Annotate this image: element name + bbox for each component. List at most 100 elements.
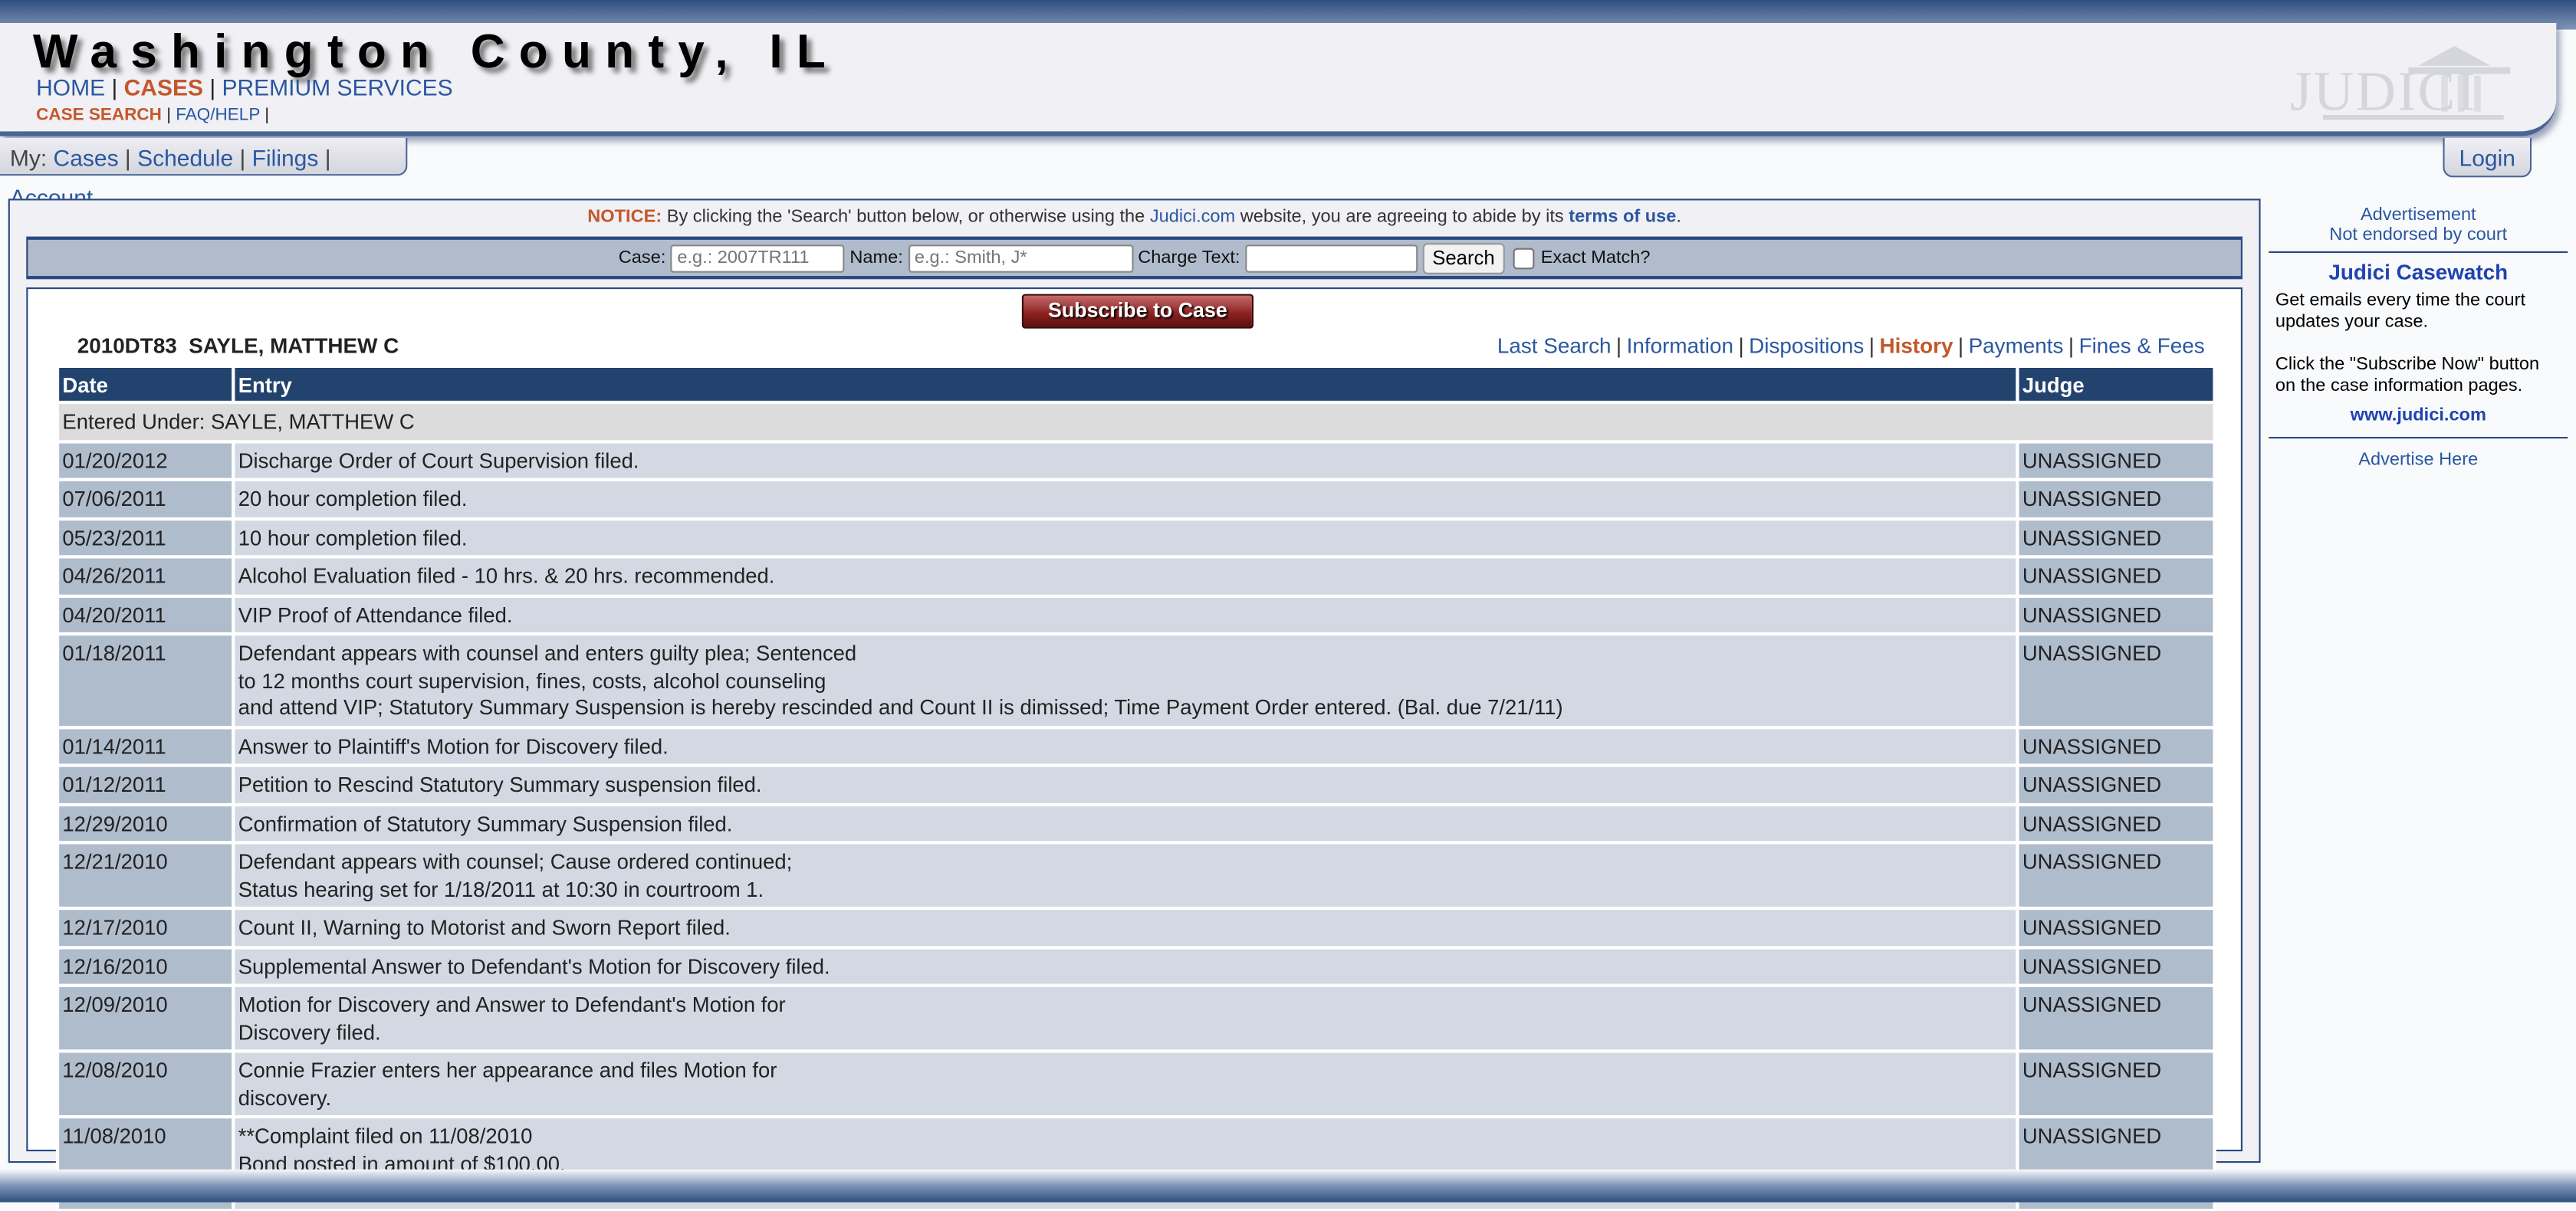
case-label: Case: <box>618 248 666 268</box>
entry-text: Answer to Plaintiff's Motion for Discove… <box>232 725 2019 767</box>
table-row: 01/20/2012 Discharge Order of Court Super… <box>55 439 2216 481</box>
entry-date: 12/21/2010 <box>55 841 235 911</box>
entry-line: Defendant appears with counsel and enter… <box>238 640 857 665</box>
entry-judge: UNASSIGNED <box>2016 906 2216 949</box>
table-row: 07/06/2011 20 hour completion filed. UNASS… <box>55 478 2216 520</box>
entry-line: and attend VIP; Statutory Summary Suspen… <box>238 694 1563 720</box>
site-title: Washington County, IL <box>32 26 840 79</box>
table-row: 12/08/2010 Connie Frazier enters her appe… <box>55 1049 2216 1119</box>
casewatch-text-2: Click the "Subscribe Now" button on the … <box>2275 354 2540 396</box>
charge-text-input[interactable] <box>1244 244 1418 272</box>
advertise-here-link[interactable]: Advertise Here <box>2269 450 2568 470</box>
sidebar: Advertisement Not endorsed by court Judi… <box>2269 199 2568 470</box>
table-row: 04/20/2011 VIP Proof of Attendance filed.… <box>55 593 2216 636</box>
tab-dispositions[interactable]: Dispositions <box>1749 333 1864 358</box>
search-button[interactable]: Search <box>1422 242 1505 274</box>
entry-text: Supplemental Answer to Defendant's Motio… <box>232 945 2019 987</box>
entry-text: Defendant appears with counsel; Cause or… <box>232 841 2019 911</box>
entry-line: **Complaint filed on 11/08/2010 <box>238 1123 533 1148</box>
casewatch-title: Judici Casewatch <box>2328 259 2509 284</box>
table-row: 12/09/2010 Motion for Discovery and Answe… <box>55 983 2216 1053</box>
tab-fines-fees[interactable]: Fines & Fees <box>2079 333 2205 358</box>
case-panel: Subscribe to Case 2010DT83 SAYLE, MATTHE… <box>26 287 2243 1211</box>
entry-line: discovery. <box>238 1085 332 1110</box>
judici-link[interactable]: Judici.com <box>1150 207 1235 227</box>
entry-judge: UNASSIGNED <box>2016 841 2216 911</box>
nav-faq-help[interactable]: FAQ/HELP <box>176 105 260 125</box>
entry-date: 01/20/2012 <box>55 439 235 481</box>
table-row: 12/21/2010 Defendant appears with counsel… <box>55 841 2216 911</box>
case-input[interactable] <box>670 244 845 272</box>
table-row: 12/29/2010 Confirmation of Statutory Summ… <box>55 802 2216 845</box>
case-tabs: Last Search | Information | Dispositions | His… <box>1497 333 2205 359</box>
bottom-band <box>0 1169 2576 1203</box>
entry-line: Discovery filed. <box>238 1019 381 1044</box>
table-row: 05/23/2011 10 hour completion filed. UNASS… <box>55 516 2216 559</box>
my-filings-link[interactable]: Filings <box>252 145 319 171</box>
entry-text: 10 hour completion filed. <box>232 516 2019 559</box>
divider <box>2269 437 2568 439</box>
entry-text: Petition to Rescind Statutory Summary su… <box>232 763 2019 806</box>
entry-judge: UNASSIGNED <box>2016 983 2216 1053</box>
judici-site-link[interactable]: www.judici.com <box>2269 405 2568 425</box>
login-button[interactable]: Login <box>2443 138 2532 178</box>
notice-text: By clicking the 'Search' button below, o… <box>662 207 1150 227</box>
my-schedule-link[interactable]: Schedule <box>137 145 233 171</box>
entry-line: 10 hour completion filed. <box>238 524 468 550</box>
entry-line: Motion for Discovery and Answer to Defen… <box>238 992 786 1017</box>
terms-of-use-link[interactable]: terms of use <box>1569 207 1676 227</box>
entry-text: VIP Proof of Attendance filed. <box>232 593 2019 636</box>
entry-date: 12/08/2010 <box>55 1049 235 1119</box>
entry-judge: UNASSIGNED <box>2016 802 2216 845</box>
entry-line: Connie Frazier enters her appearance and… <box>238 1058 777 1083</box>
subscribe-to-case-button[interactable]: Subscribe to Case <box>1021 294 1254 329</box>
ad-label: Advertisement <box>2360 205 2476 225</box>
entry-text: Connie Frazier enters her appearance and… <box>232 1049 2019 1119</box>
entry-line: to 12 months court supervision, fines, c… <box>238 668 826 693</box>
entry-date: 12/17/2010 <box>55 906 235 949</box>
my-label: My: <box>9 144 48 171</box>
entry-line: Discharge Order of Court Supervision fil… <box>238 447 639 473</box>
tab-history[interactable]: History <box>1879 333 1953 358</box>
divider <box>2269 251 2568 253</box>
entry-line: Petition to Rescind Statutory Summary su… <box>238 772 762 797</box>
tab-information[interactable]: Information <box>1627 333 1733 358</box>
entry-line: Defendant appears with counsel; Cause or… <box>238 848 793 874</box>
casewatch-text: Get emails every time the court updates … <box>2275 290 2526 332</box>
my-cases-link[interactable]: Cases <box>54 145 119 171</box>
entry-judge: UNASSIGNED <box>2016 516 2216 559</box>
entry-date: 05/23/2011 <box>55 516 235 559</box>
entry-date: 12/29/2010 <box>55 802 235 845</box>
notice-text: . <box>1676 207 1681 227</box>
entry-judge: UNASSIGNED <box>2016 1049 2216 1119</box>
entry-date: 07/06/2011 <box>55 478 235 520</box>
case-title: 2010DT83 SAYLE, MATTHEW C <box>77 333 399 359</box>
col-judge: Judge <box>2016 368 2216 405</box>
entry-text: Defendant appears with counsel and enter… <box>232 632 2019 729</box>
entry-judge: UNASSIGNED <box>2016 439 2216 481</box>
entry-date: 01/18/2011 <box>55 632 235 729</box>
entry-text: Motion for Discovery and Answer to Defen… <box>232 983 2019 1053</box>
entry-line: Confirmation of Statutory Summary Suspen… <box>238 810 733 835</box>
entry-judge: UNASSIGNED <box>2016 945 2216 987</box>
entry-judge: UNASSIGNED <box>2016 593 2216 636</box>
entry-judge: UNASSIGNED <box>2016 763 2216 806</box>
entry-line: Supplemental Answer to Defendant's Motio… <box>238 953 830 979</box>
nav-home[interactable]: HOME <box>36 74 105 100</box>
tab-last-search[interactable]: Last Search <box>1497 333 1612 358</box>
history-table: Date Entry Judge Entered Under: SAYLE, M… <box>55 368 2216 1211</box>
exact-match-checkbox[interactable] <box>1513 247 1535 269</box>
site-header: Washington County, IL HOME | CASES | PRE… <box>0 23 2557 136</box>
tab-payments[interactable]: Payments <box>1969 333 2064 358</box>
entry-judge: UNASSIGNED <box>2016 725 2216 767</box>
entry-text: 20 hour completion filed. <box>232 478 2019 520</box>
ad-disclaimer: Not endorsed by court <box>2329 225 2508 245</box>
name-input[interactable] <box>908 244 1133 272</box>
entry-line: VIP Proof of Attendance filed. <box>238 602 513 627</box>
nav-premium-services[interactable]: PREMIUM SERVICES <box>222 74 452 100</box>
entry-date: 04/26/2011 <box>55 555 235 597</box>
entry-date: 01/14/2011 <box>55 725 235 767</box>
search-bar: Case: Name: Charge Text: Search Exact Ma… <box>26 236 2243 280</box>
nav-cases[interactable]: CASES <box>124 74 203 100</box>
nav-case-search[interactable]: CASE SEARCH <box>36 105 162 125</box>
